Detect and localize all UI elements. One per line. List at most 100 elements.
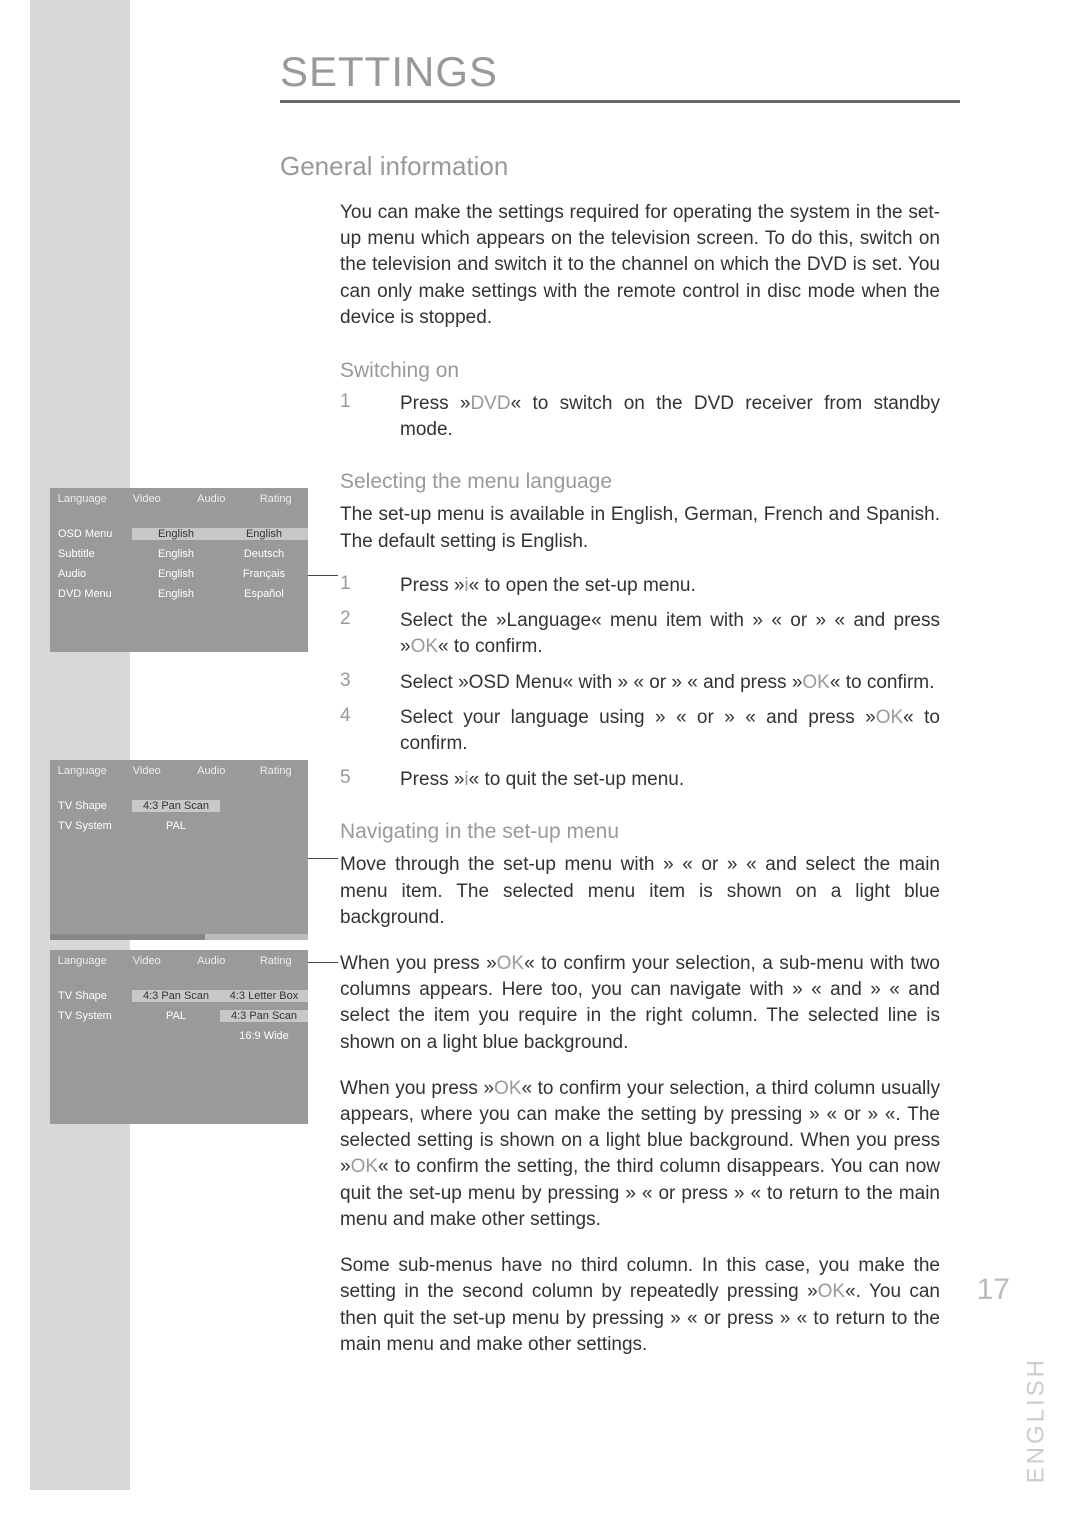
cell-selected: 4:3 Pan Scan: [132, 990, 220, 1002]
t: Select your language using » « or » « an…: [400, 707, 876, 728]
tab: Language: [50, 955, 115, 967]
scrollbar-thumb: [50, 934, 205, 940]
leader-line: [308, 962, 338, 963]
tab: Video: [115, 955, 180, 967]
menulang-intro: The set-up menu is available in English,…: [340, 502, 940, 554]
cell: PAL: [132, 820, 220, 832]
cell: English: [132, 548, 220, 560]
title-underline: [280, 100, 960, 103]
cell: Audio: [50, 568, 132, 580]
menulang-step-5: 5 Press »i« to quit the set-up menu.: [340, 767, 940, 793]
t: Select »OSD Menu« with » « or » « and pr…: [400, 672, 802, 693]
page-number: 17: [977, 1273, 1010, 1307]
subsection-switching: Switching on: [340, 359, 940, 383]
step-number: 3: [340, 670, 400, 696]
cell: DVD Menu: [50, 588, 132, 600]
nav-p2: When you press »OK« to confirm your sele…: [340, 951, 940, 1056]
cell-selected: English: [220, 528, 308, 540]
panel-row: TV Shape 4:3 Pan Scan 4:3 Letter Box: [50, 986, 308, 1006]
panel-tabs: Language Video Audio Rating: [50, 488, 308, 510]
tab: Rating: [244, 955, 309, 967]
leader-line: [308, 575, 338, 576]
t: When you press »: [340, 1078, 494, 1099]
step-number: 2: [340, 608, 400, 659]
key: OK: [494, 1078, 521, 1099]
general-intro: You can make the settings required for o…: [340, 200, 940, 331]
section-general: General information: [280, 151, 940, 182]
t: « to confirm.: [438, 636, 543, 657]
cell: Español: [220, 588, 308, 600]
t: Press »: [400, 575, 464, 596]
cell: TV System: [50, 820, 132, 832]
t: Press »: [400, 393, 470, 414]
cell: TV Shape: [50, 990, 132, 1002]
nav-p4: Some sub-menus have no third column. In …: [340, 1253, 940, 1358]
step-text: Select »OSD Menu« with » « or » « and pr…: [400, 670, 940, 696]
cell-selected: English: [132, 528, 220, 540]
panel-row: DVD Menu English Español: [50, 584, 308, 604]
subsection-menulang: Selecting the menu language: [340, 470, 940, 494]
key: OK: [411, 636, 438, 657]
panel-row: TV System PAL: [50, 816, 308, 836]
tab: Rating: [244, 765, 309, 777]
osd-menu-panel-1: Language Video Audio Rating OSD Menu Eng…: [50, 488, 308, 652]
subsection-nav: Navigating in the set-up menu: [340, 820, 940, 844]
tab: Language: [50, 493, 115, 505]
tab: Rating: [244, 493, 309, 505]
tab: Video: [115, 765, 180, 777]
panel-scrollbar: [50, 934, 308, 940]
tab: Video: [115, 493, 180, 505]
t: « to confirm.: [830, 672, 935, 693]
panel-body: TV Shape 4:3 Pan Scan TV System PAL: [50, 782, 308, 850]
page-title: SETTINGS: [280, 48, 940, 96]
panel-row: 16:9 Wide: [50, 1026, 308, 1046]
step-text: Press »DVD« to switch on the DVD receive…: [400, 391, 940, 442]
tab: Audio: [179, 493, 244, 505]
panel-body: OSD Menu English English Subtitle Englis…: [50, 510, 308, 618]
step-number: 1: [340, 573, 400, 599]
step-number: 5: [340, 767, 400, 793]
step-number: 4: [340, 705, 400, 756]
t: When you press »: [340, 953, 497, 974]
side-language-label: ENGLISH: [1022, 1357, 1050, 1483]
panel-row: OSD Menu English English: [50, 524, 308, 544]
nav-p1: Move through the set-up menu with » « or…: [340, 852, 940, 931]
panel-tabs: Language Video Audio Rating: [50, 950, 308, 972]
panel-row: TV System PAL 4:3 Pan Scan: [50, 1006, 308, 1026]
cell: TV Shape: [50, 800, 132, 812]
cell: Deutsch: [220, 548, 308, 560]
panel-row: TV Shape 4:3 Pan Scan: [50, 796, 308, 816]
cell: English: [132, 568, 220, 580]
cell: 16:9 Wide: [220, 1030, 308, 1042]
cell-selected: 4:3 Letter Box: [220, 990, 308, 1002]
cell-selected: 4:3 Pan Scan: [132, 800, 220, 812]
cell: OSD Menu: [50, 528, 132, 540]
key: OK: [818, 1281, 845, 1302]
cell: TV System: [50, 1010, 132, 1022]
step-text: Select the »Language« menu item with » «…: [400, 608, 940, 659]
panel-body: TV Shape 4:3 Pan Scan 4:3 Letter Box TV …: [50, 972, 308, 1060]
main-content: SETTINGS General information You can mak…: [280, 48, 940, 1386]
cell: PAL: [132, 1010, 220, 1022]
key: OK: [876, 707, 903, 728]
nav-p3: When you press »OK« to confirm your sele…: [340, 1076, 940, 1233]
menulang-step-4: 4 Select your language using » « or » « …: [340, 705, 940, 756]
step-text: Press »i« to open the set-up menu.: [400, 573, 940, 599]
leader-line: [308, 858, 338, 859]
t: « to open the set-up menu.: [469, 575, 696, 596]
key: DVD: [470, 393, 510, 414]
panel-row: Subtitle English Deutsch: [50, 544, 308, 564]
tab: Audio: [179, 765, 244, 777]
menulang-step-1: 1 Press »i« to open the set-up menu.: [340, 573, 940, 599]
osd-menu-panel-3: Language Video Audio Rating TV Shape 4:3…: [50, 950, 308, 1124]
tab: Language: [50, 765, 115, 777]
switching-step-1: 1 Press »DVD« to switch on the DVD recei…: [340, 391, 940, 442]
tab: Audio: [179, 955, 244, 967]
cell: Subtitle: [50, 548, 132, 560]
t: Press »: [400, 769, 464, 790]
step-number: 1: [340, 391, 400, 442]
panel-row: Audio English Français: [50, 564, 308, 584]
t: « to quit the set-up menu.: [469, 769, 684, 790]
menulang-step-3: 3 Select »OSD Menu« with » « or » « and …: [340, 670, 940, 696]
key: OK: [351, 1156, 378, 1177]
